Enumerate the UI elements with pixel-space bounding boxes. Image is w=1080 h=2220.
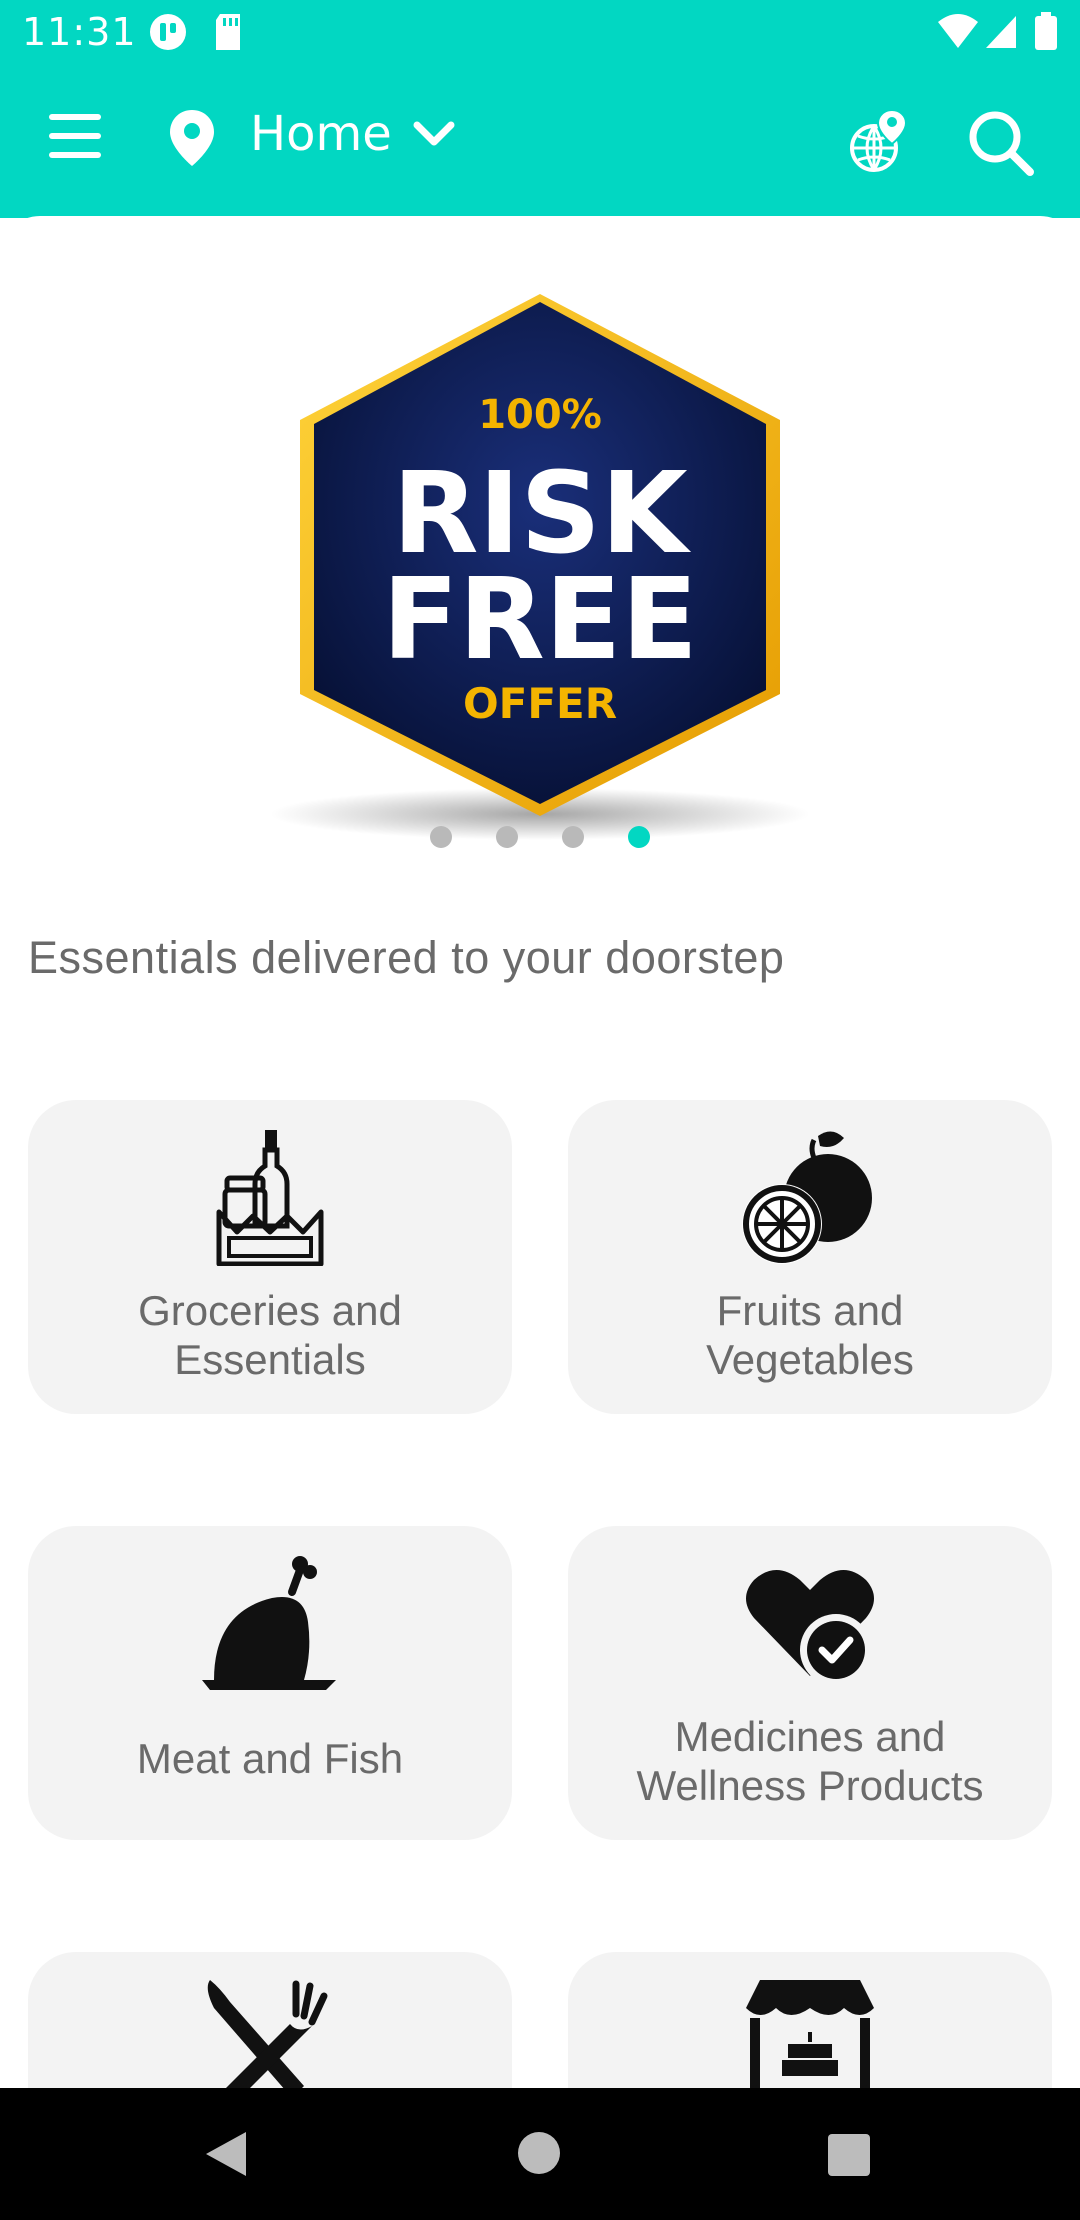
chevron-down-icon[interactable]	[412, 120, 456, 154]
fruits-icon	[568, 1126, 1052, 1266]
carousel-dot[interactable]	[496, 826, 518, 848]
globe-location-icon[interactable]	[848, 108, 908, 178]
medicine-heart-icon	[568, 1552, 1052, 1692]
recent-apps-icon[interactable]	[828, 2134, 870, 2176]
search-icon[interactable]	[966, 108, 1036, 182]
groceries-icon	[28, 1126, 512, 1266]
category-card-bakery[interactable]	[568, 1952, 1052, 2088]
map-pin-icon[interactable]	[168, 108, 216, 172]
restaurant-icon	[28, 1978, 512, 2088]
location-selector-label[interactable]: Home	[250, 106, 392, 162]
home-icon[interactable]	[518, 2132, 560, 2174]
carousel-dot-active[interactable]	[628, 826, 650, 848]
status-time: 11:31	[22, 10, 137, 54]
promo-banner-carousel[interactable]: 100% RISK FREE OFFER	[0, 216, 1080, 876]
wifi-icon	[936, 12, 980, 56]
category-card-meat[interactable]: Meat and Fish	[28, 1526, 512, 1840]
category-label-line2: Essentials	[174, 1336, 366, 1383]
category-label-line1: Meat and Fish	[136, 1735, 404, 1782]
hamburger-menu-icon[interactable]	[44, 114, 106, 168]
carousel-dot[interactable]	[430, 826, 452, 848]
carousel-dot[interactable]	[562, 826, 584, 848]
battery-icon	[1034, 12, 1058, 56]
category-label-line1: Fruits and	[716, 1287, 904, 1334]
back-icon[interactable]	[204, 2130, 248, 2182]
sd-card-icon	[212, 12, 244, 56]
badge-line-3: FREE	[382, 555, 698, 685]
app-bar: Home	[0, 68, 1080, 218]
main-content: 100% RISK FREE OFFER Essentials delivere…	[0, 216, 1080, 2088]
category-label-line2: Vegetables	[706, 1336, 914, 1383]
section-title: Essentials delivered to your doorstep	[28, 932, 785, 983]
category-label-line1: Groceries and	[138, 1287, 402, 1334]
category-card-groceries[interactable]: Groceries and Essentials	[28, 1100, 512, 1414]
bakery-store-icon	[568, 1978, 1052, 2088]
category-card-medicines[interactable]: Medicines and Wellness Products	[568, 1526, 1052, 1840]
signal-icon	[984, 12, 1018, 56]
carousel-pagination	[0, 826, 1080, 856]
category-label-line1: Medicines and	[674, 1713, 946, 1760]
app-notification-icon	[148, 12, 188, 56]
status-bar: 11:31	[0, 0, 1080, 68]
category-label-line2: Wellness Products	[636, 1762, 984, 1809]
category-card-fruits[interactable]: Fruits and Vegetables	[568, 1100, 1052, 1414]
system-navigation-bar	[0, 2088, 1080, 2220]
badge-line-1: 100%	[478, 392, 602, 438]
category-card-restaurant[interactable]	[28, 1952, 512, 2088]
risk-free-offer-badge: 100% RISK FREE OFFER	[270, 294, 810, 840]
meat-icon	[28, 1552, 512, 1692]
badge-line-4: OFFER	[463, 679, 617, 728]
